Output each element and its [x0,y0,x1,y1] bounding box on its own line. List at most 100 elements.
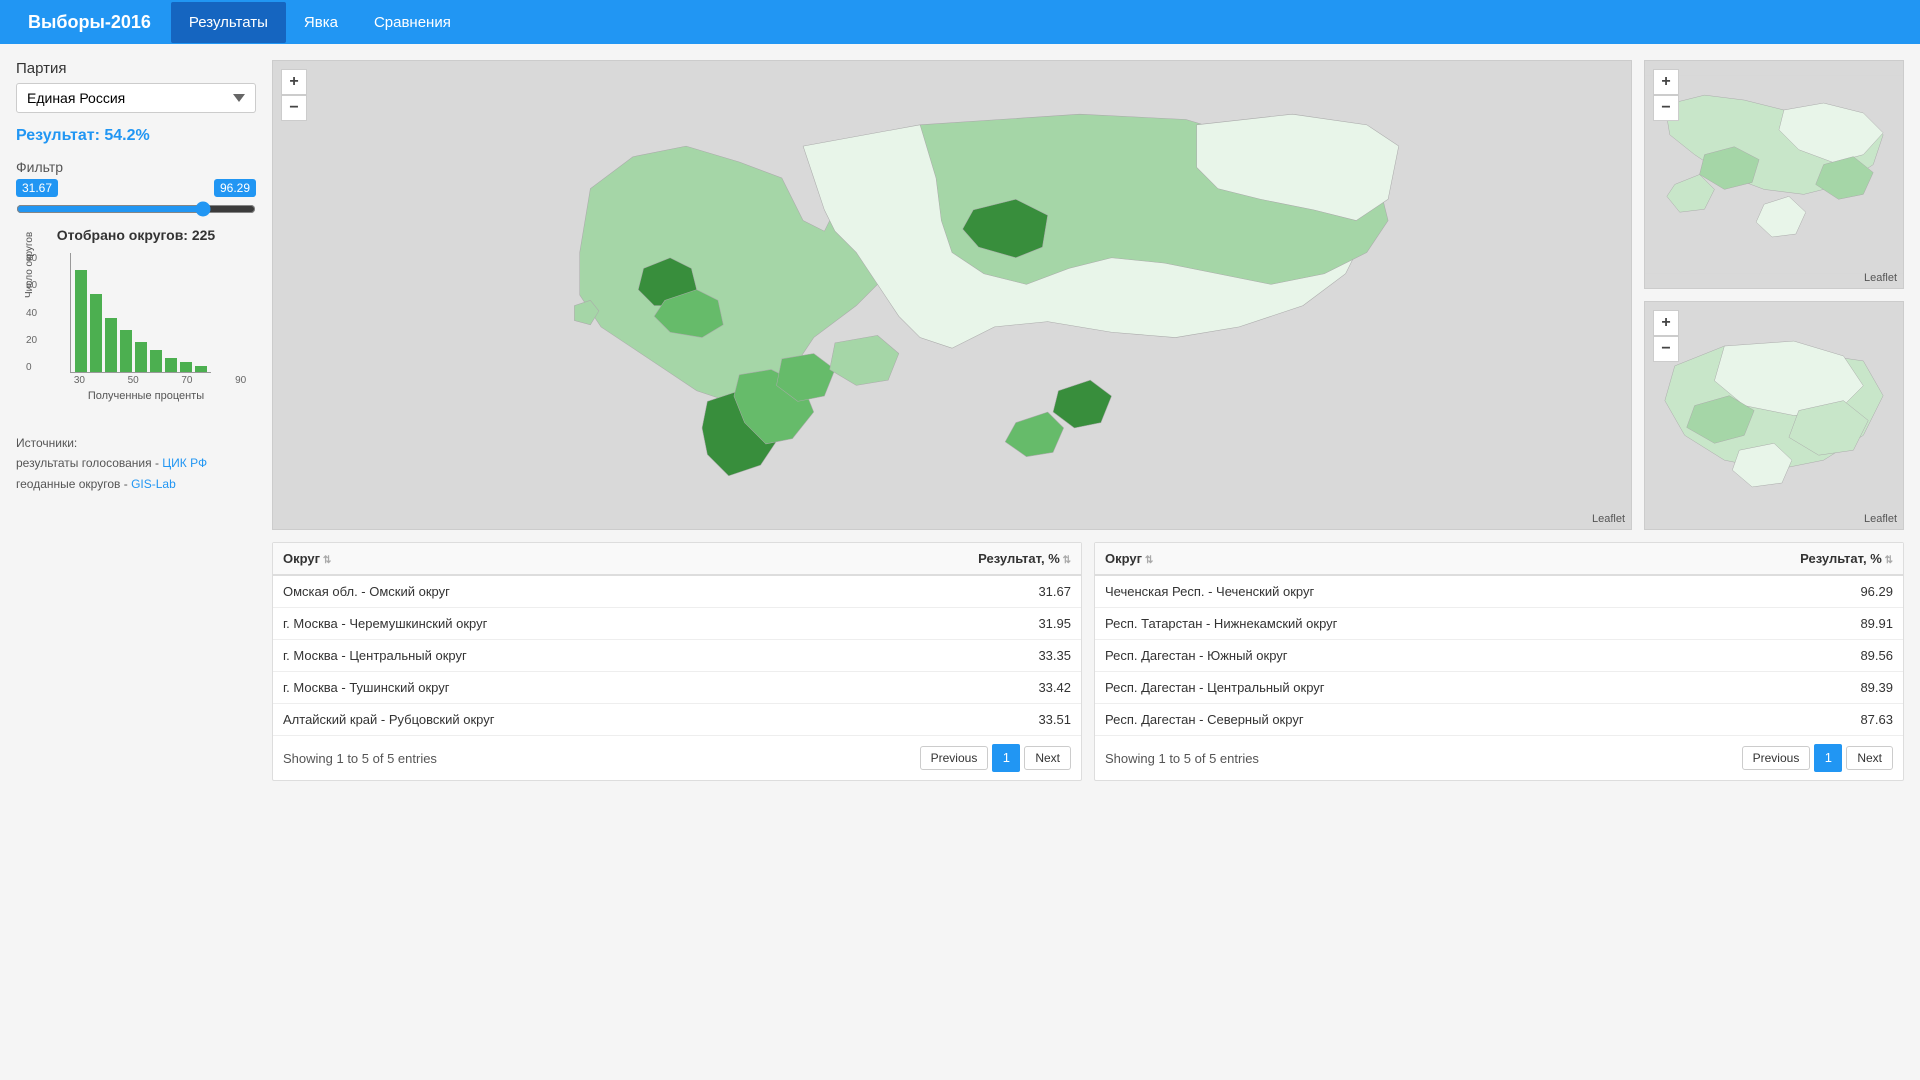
bar-7 [165,358,177,372]
right-prev-button[interactable]: Previous [1742,746,1811,770]
range-min: 31.67 [16,179,58,197]
table-row: г. Москва - Черемушкинский округ 31.95 [273,608,1081,640]
table-row: Чеченская Респ. - Чеченский округ 96.29 [1095,575,1903,608]
bar-4 [120,330,132,372]
bar-6 [150,350,162,372]
result-cell: 89.56 [1653,640,1903,672]
table-row: Респ. Дагестан - Южный округ 89.56 [1095,640,1903,672]
x-label-70: 70 [181,375,192,386]
small-map-bottom[interactable]: + − Leaflet [1644,301,1904,530]
right-next-button[interactable]: Next [1846,746,1893,770]
russia-svg [273,61,1631,529]
bar-2 [90,294,102,372]
left-col-district[interactable]: Округ [273,543,816,575]
x-label-90: 90 [235,375,246,386]
source-geo-text: геоданные округов - [16,477,128,491]
bar-9 [195,366,207,372]
result-cell: 33.35 [816,640,1081,672]
x-label-50: 50 [128,375,139,386]
table-row: Алтайский край - Рубцовский округ 33.51 [273,704,1081,736]
y-label-20: 20 [26,335,37,346]
district-cell: г. Москва - Черемушкинский округ [273,608,816,640]
result-cell: 87.63 [1653,704,1903,736]
result-cell: 89.91 [1653,608,1903,640]
district-cell: Чеченская Респ. - Чеченский округ [1095,575,1653,608]
tab-results[interactable]: Результаты [171,2,286,43]
result-cell: 89.39 [1653,672,1903,704]
y-label-0: 0 [26,362,37,373]
small-zoom-in-top[interactable]: + [1653,69,1679,95]
district-cell: Респ. Татарстан - Нижнекамский округ [1095,608,1653,640]
main-container: Партия Единая Россия КПРФ ЛДПР Справедли… [0,44,1920,797]
sources-label: Источники: [16,436,77,450]
zoom-in-button[interactable]: + [281,69,307,95]
far-east-svg [1645,61,1903,288]
left-showing-text: Showing 1 to 5 of 5 entries [283,751,437,766]
table-row: Респ. Дагестан - Северный округ 87.63 [1095,704,1903,736]
right-pagination-controls: Previous 1 Next [1742,744,1893,772]
district-cell: Алтайский край - Рубцовский округ [273,704,816,736]
table-row: Респ. Дагестан - Центральный округ 89.39 [1095,672,1903,704]
range-max: 96.29 [214,179,256,197]
zoom-out-button[interactable]: − [281,95,307,121]
left-prev-button[interactable]: Previous [920,746,989,770]
small-map-top[interactable]: + − Leaflet [1644,60,1904,289]
result-cell: 33.42 [816,672,1081,704]
right-pagination: Showing 1 to 5 of 5 entries Previous 1 N… [1095,735,1903,780]
leaflet-attribution-bottom: Leaflet [1864,513,1897,525]
right-table: Округ Результат, % Чеченская Респ. - Чеч… [1095,543,1903,735]
right-col-result[interactable]: Результат, % [1653,543,1903,575]
left-page-num[interactable]: 1 [992,744,1020,772]
left-table-body: Омская обл. - Омский округ 31.67 г. Моск… [273,575,1081,735]
district-cell: Омская обл. - Омский округ [273,575,816,608]
left-col-result[interactable]: Результат, % [816,543,1081,575]
header: Выборы-2016 Результаты Явка Сравнения [0,0,1920,44]
filter-slider[interactable] [16,201,256,217]
maps-row: + − [272,60,1904,530]
main-map-controls: + − [281,69,307,121]
gislab-link[interactable]: GIS-Lab [131,477,176,491]
district-cell: г. Москва - Тушинский округ [273,672,816,704]
bar-5 [135,342,147,372]
range-values: 31.67 96.29 [16,179,256,197]
left-pagination: Showing 1 to 5 of 5 entries Previous 1 N… [273,735,1081,780]
right-table-body: Чеченская Респ. - Чеченский округ 96.29 … [1095,575,1903,735]
district-cell: г. Москва - Центральный округ [273,640,816,672]
table-row: г. Москва - Тушинский округ 33.42 [273,672,1081,704]
left-next-button[interactable]: Next [1024,746,1071,770]
table-row: Респ. Татарстан - Нижнекамский округ 89.… [1095,608,1903,640]
cik-link[interactable]: ЦИК РФ [162,456,207,470]
right-col-district[interactable]: Округ [1095,543,1653,575]
district-cell: Респ. Дагестан - Центральный округ [1095,672,1653,704]
small-zoom-out-bottom[interactable]: − [1653,336,1679,362]
district-cell: Респ. Дагестан - Южный округ [1095,640,1653,672]
right-showing-text: Showing 1 to 5 of 5 entries [1105,751,1259,766]
x-labels: 30 50 70 90 [54,375,266,386]
tab-turnout[interactable]: Явка [286,2,356,43]
left-pagination-controls: Previous 1 Next [920,744,1071,772]
main-map[interactable]: + − [272,60,1632,530]
result-cell: 33.51 [816,704,1081,736]
party-label: Партия [16,60,256,77]
tables-row: Округ Результат, % Омская обл. - Омский … [272,542,1904,781]
small-zoom-in-bottom[interactable]: + [1653,310,1679,336]
x-label-30: 30 [74,375,85,386]
bar-3 [105,318,117,372]
bar-1 [75,270,87,372]
party-select[interactable]: Единая Россия КПРФ ЛДПР Справедливая Рос… [16,83,256,113]
tab-comparison[interactable]: Сравнения [356,2,469,43]
result-cell: 96.29 [1653,575,1903,608]
right-page-num[interactable]: 1 [1814,744,1842,772]
right-table-section: Округ Результат, % Чеченская Респ. - Чеч… [1094,542,1904,781]
small-zoom-out-top[interactable]: − [1653,95,1679,121]
small-map-bottom-controls: + − [1653,310,1679,362]
result-text: Результат: 54.2% [16,127,256,145]
filter-label: Фильтр [16,159,256,175]
table-row: г. Москва - Центральный округ 33.35 [273,640,1081,672]
bar-8 [180,362,192,372]
source-votes-text: результаты голосования - [16,456,159,470]
histogram: Число округов 80 60 40 20 0 [26,253,266,413]
sources-section: Источники: результаты голосования - ЦИК … [16,433,256,494]
y-axis-title: Число округов [24,232,35,298]
leaflet-attribution-top: Leaflet [1864,272,1897,284]
